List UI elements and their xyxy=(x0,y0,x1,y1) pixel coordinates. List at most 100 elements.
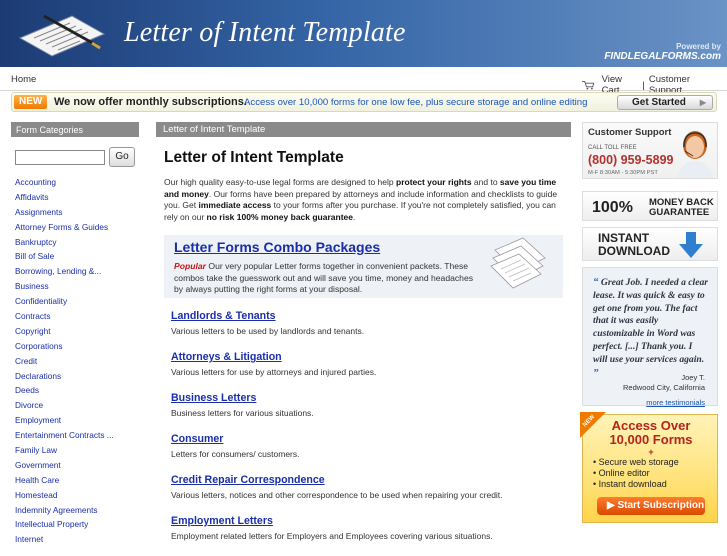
money-back-text: MONEY BACK GUARANTEE xyxy=(649,198,714,218)
powered-by[interactable]: Powered by FINDLEGALFORMS.com xyxy=(604,42,721,62)
category-link[interactable]: Entertainment Contracts ... xyxy=(11,428,139,443)
section-item: Landlords & Tenants Various letters to b… xyxy=(171,310,571,351)
category-link[interactable]: Business xyxy=(11,279,139,294)
new-badge: NEW xyxy=(14,95,48,109)
findlegalforms-logo[interactable]: FINDLEGALFORMS.com xyxy=(604,52,721,62)
subscription-feature: • Online editor xyxy=(593,468,650,478)
nav-separator: | xyxy=(642,79,645,91)
category-list: Accounting Affidavits Assignments Attorn… xyxy=(11,175,139,547)
testimonial-author-block: Joey T. Redwood City, California xyxy=(623,373,705,393)
site-header: Letter of Intent Template Powered by FIN… xyxy=(0,0,727,67)
category-link[interactable]: Government xyxy=(11,458,139,473)
category-link[interactable]: Internet xyxy=(11,532,139,547)
subscription-box: NEW Access Over 10,000 Forms + • Secure … xyxy=(580,412,719,523)
instant-line2: DOWNLOAD xyxy=(598,244,670,258)
category-link[interactable]: Assignments xyxy=(11,205,139,220)
section-link[interactable]: Consumer xyxy=(171,433,571,449)
go-button[interactable]: Go xyxy=(109,147,135,167)
category-link[interactable]: Copyright xyxy=(11,324,139,339)
right-sidebar: Customer Support CALL TOLL FREE (800) 95… xyxy=(580,122,719,523)
section-item: Credit Repair Correspondence Various let… xyxy=(171,474,571,515)
call-toll-free-label: CALL TOLL FREE xyxy=(588,145,637,151)
section-link[interactable]: Credit Repair Correspondence xyxy=(171,474,571,490)
promo-subtext[interactable]: Access over 10,000 forms for one low fee… xyxy=(244,97,587,108)
subscription-promo-bar: NEW We now offer monthly subscriptions. … xyxy=(11,92,717,112)
category-link[interactable]: Intellectual Property xyxy=(11,517,139,532)
combo-packages-box: Letter Forms Combo Packages Popular Our … xyxy=(164,235,563,298)
subscription-headline: Access Over 10,000 Forms xyxy=(583,419,719,447)
money-back-line2: GUARANTEE xyxy=(649,207,710,218)
section-link[interactable]: Business Letters xyxy=(171,392,571,408)
category-link[interactable]: Bankruptcy xyxy=(11,235,139,250)
section-description: Various letters, notices and other corre… xyxy=(171,490,503,500)
category-link[interactable]: Attorney Forms & Guides xyxy=(11,220,139,235)
intro-emphasis: immediate access xyxy=(198,200,272,210)
combo-description-text: Our very popular Letter forms together i… xyxy=(174,261,474,294)
intro-emphasis: protect your rights xyxy=(396,177,472,187)
main-content: Letter of Intent Template Letter of Inte… xyxy=(156,122,571,545)
quote-open-icon: “ xyxy=(593,276,599,288)
section-description: Various letters for use by attorneys and… xyxy=(171,367,377,377)
customer-support-title: Customer Support xyxy=(588,127,672,138)
combo-description: Popular Our very popular Letter forms to… xyxy=(174,261,474,296)
testimonial-author: Joey T. xyxy=(681,373,705,382)
category-link[interactable]: Affidavits xyxy=(11,190,139,205)
sidebar-heading: Form Categories xyxy=(11,122,139,137)
category-link[interactable]: Corporations xyxy=(11,339,139,354)
intro-text: . xyxy=(352,211,356,222)
section-description: Letters for consumers/ customers. xyxy=(171,449,300,459)
shopping-cart-icon[interactable] xyxy=(582,80,595,90)
category-link[interactable]: Homestead xyxy=(11,488,139,503)
subscription-line1: Access Over xyxy=(611,418,691,433)
testimonial-quote: “ Great Job. I needed a clear lease. It … xyxy=(593,276,709,380)
subscription-plus: + xyxy=(648,447,654,457)
category-link[interactable]: Health Care xyxy=(11,473,139,488)
category-link[interactable]: Bill of Sale xyxy=(11,249,139,264)
combo-packages-link[interactable]: Letter Forms Combo Packages xyxy=(174,239,380,255)
subscription-feature: • Instant download xyxy=(593,479,667,489)
quote-close-icon: ” xyxy=(593,366,599,379)
category-search-input[interactable] xyxy=(15,149,105,165)
category-link[interactable]: Borrowing, Lending &... xyxy=(11,264,139,279)
money-back-guarantee-badge[interactable]: 100% MONEY BACK GUARANTEE xyxy=(582,191,718,221)
intro-emphasis: no risk 100% money back guarantee xyxy=(206,211,353,222)
support-phone[interactable]: (800) 959-5899 xyxy=(588,153,673,167)
category-link[interactable]: Indemnity Agreements xyxy=(11,503,139,518)
customer-support-box: Customer Support CALL TOLL FREE (800) 95… xyxy=(582,122,718,179)
more-testimonials-link[interactable]: more testimonials xyxy=(646,398,705,407)
instant-download-badge[interactable]: INSTANT DOWNLOAD xyxy=(582,227,718,261)
category-link[interactable]: Deeds xyxy=(11,383,139,398)
subscription-features: • Secure web storage • Online editor • I… xyxy=(593,457,679,490)
site-title[interactable]: Letter of Intent Template xyxy=(124,17,406,49)
document-pen-logo-icon[interactable] xyxy=(14,8,110,58)
category-link[interactable]: Family Law xyxy=(11,443,139,458)
section-item: Consumer Letters for consumers/ customer… xyxy=(171,433,571,474)
sidebar-search: Go xyxy=(11,137,139,175)
category-link[interactable]: Divorce xyxy=(11,398,139,413)
start-subscription-button[interactable]: ▶ Start Subscription xyxy=(597,497,705,515)
document-stack-icon[interactable] xyxy=(489,236,551,292)
category-link[interactable]: Confidentiality xyxy=(11,294,139,309)
category-link[interactable]: Declarations xyxy=(11,369,139,384)
subscription-line2: 10,000 Forms xyxy=(609,432,693,447)
page-title: Letter of Intent Template xyxy=(164,149,344,166)
category-link[interactable]: Contracts xyxy=(11,309,139,324)
testimonial-box: “ Great Job. I needed a clear lease. It … xyxy=(582,267,718,407)
top-nav: Home View Cart | Customer Support xyxy=(0,67,727,96)
instant-download-text: INSTANT DOWNLOAD xyxy=(598,232,670,258)
section-description: Business letters for various situations. xyxy=(171,408,314,418)
section-link[interactable]: Landlords & Tenants xyxy=(171,310,571,326)
category-link[interactable]: Accounting xyxy=(11,175,139,190)
section-link[interactable]: Attorneys & Litigation xyxy=(171,351,571,367)
category-link[interactable]: Employment xyxy=(11,413,139,428)
breadcrumb: Letter of Intent Template xyxy=(156,122,571,137)
section-link[interactable]: Employment Letters xyxy=(171,515,571,531)
testimonial-location: Redwood City, California xyxy=(623,383,705,392)
home-link[interactable]: Home xyxy=(11,74,36,85)
popular-label: Popular xyxy=(174,261,206,271)
section-item: Business Letters Business letters for va… xyxy=(171,392,571,433)
play-arrow-icon: ▶ xyxy=(699,98,706,107)
category-link[interactable]: Credit xyxy=(11,354,139,369)
get-started-button[interactable]: Get Started ▶ xyxy=(617,95,713,110)
section-item: Attorneys & Litigation Various letters f… xyxy=(171,351,571,392)
